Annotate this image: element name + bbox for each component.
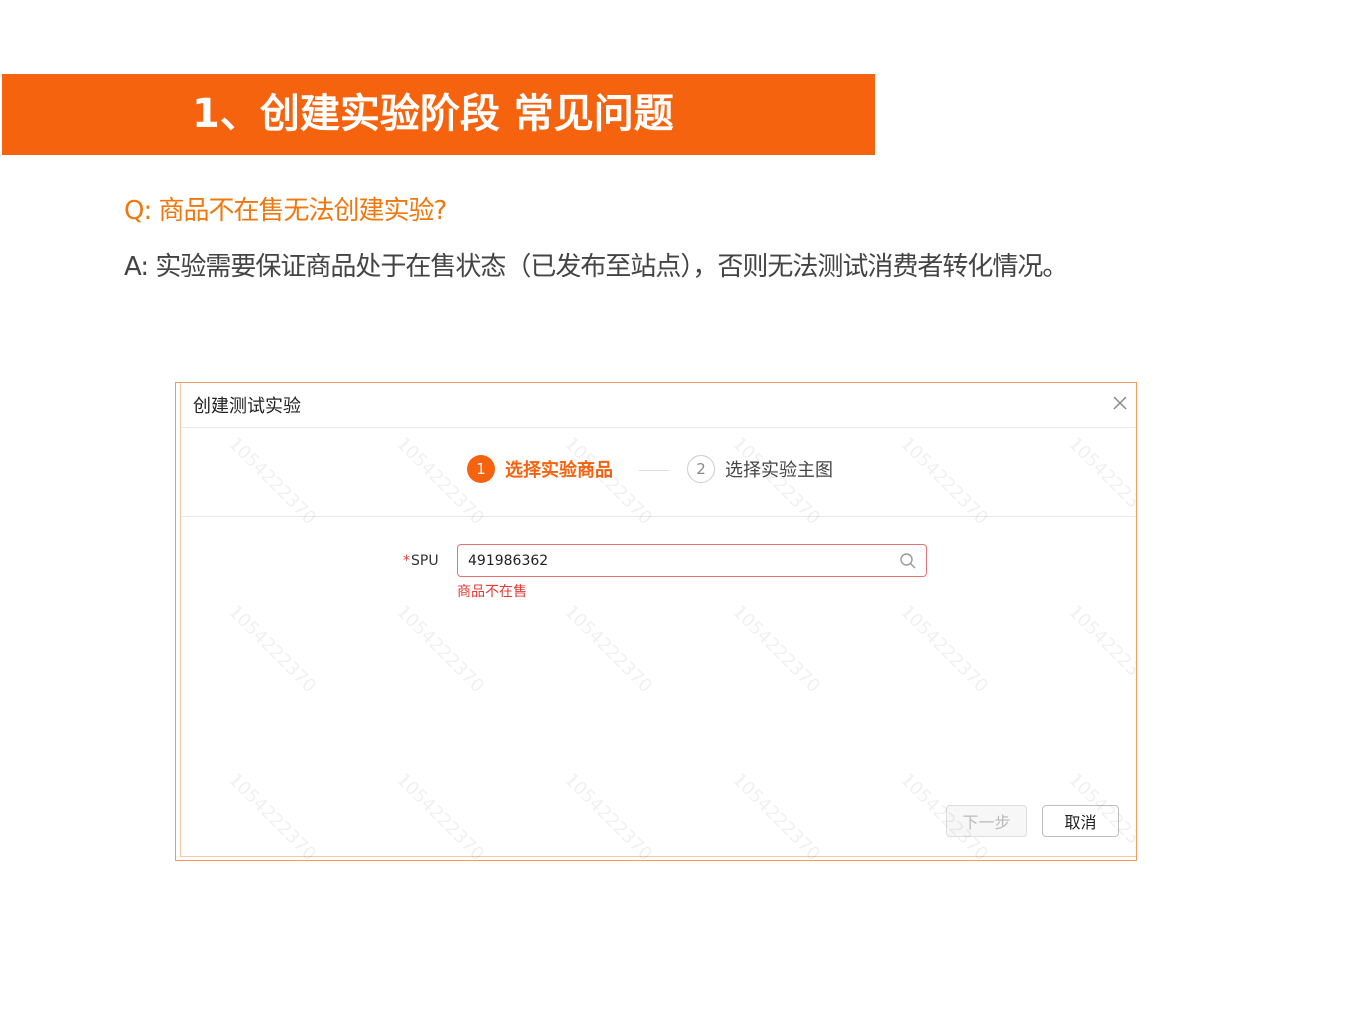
slide-title: 1、创建实验阶段 常见问题: [192, 91, 674, 137]
watermark: 1054222370: [560, 601, 656, 697]
cancel-button[interactable]: 取消: [1042, 805, 1119, 837]
step-label: 选择实验主图: [725, 460, 833, 481]
step-connector: [639, 470, 669, 471]
spu-label: *SPU: [403, 553, 439, 569]
watermark: 1054222370: [728, 601, 824, 697]
watermark: 1054222370: [392, 769, 488, 861]
step-label: 选择实验商品: [505, 460, 613, 481]
spu-input[interactable]: [468, 545, 888, 576]
title-banner: 1、创建实验阶段 常见问题: [2, 74, 875, 155]
required-mark: *: [403, 553, 410, 569]
watermark: 1054222370: [560, 769, 656, 861]
create-experiment-dialog: 创建测试实验 1 选择实验商品 2 选择实验主图 *SPU 491986362 …: [175, 382, 1137, 861]
watermark: 1054222370: [896, 601, 992, 697]
step-number-badge: 2: [687, 455, 715, 483]
search-icon[interactable]: [899, 552, 917, 570]
dialog-body: 创建测试实验 1 选择实验商品 2 选择实验主图 *SPU 491986362 …: [180, 383, 1137, 860]
spu-error-message: 商品不在售: [457, 584, 527, 600]
step-select-image[interactable]: 2 选择实验主图: [687, 455, 833, 483]
watermark: 1054222370: [728, 769, 824, 861]
watermark: 1054222370: [1064, 601, 1137, 697]
dialog-title: 创建测试实验: [193, 396, 301, 417]
step-select-product[interactable]: 1 选择实验商品: [467, 455, 613, 483]
faq-answer: A: 实验需要保证商品处于在售状态（已发布至站点），否则无法测试消费者转化情况。: [124, 252, 1068, 282]
watermark: 1054222370: [392, 601, 488, 697]
steps-bar: 1 选择实验商品 2 选择实验主图: [181, 428, 1136, 517]
next-step-button[interactable]: 下一步: [946, 805, 1027, 837]
spu-label-text: SPU: [411, 553, 439, 569]
faq-question: Q: 商品不在售无法创建实验?: [124, 196, 447, 226]
watermark: 1054222370: [224, 769, 320, 861]
spu-search-box: [457, 544, 927, 577]
watermark: 1054222370: [224, 601, 320, 697]
step-number-badge: 1: [467, 455, 495, 483]
dialog-header: 创建测试实验: [181, 383, 1136, 428]
close-icon[interactable]: [1108, 391, 1132, 415]
